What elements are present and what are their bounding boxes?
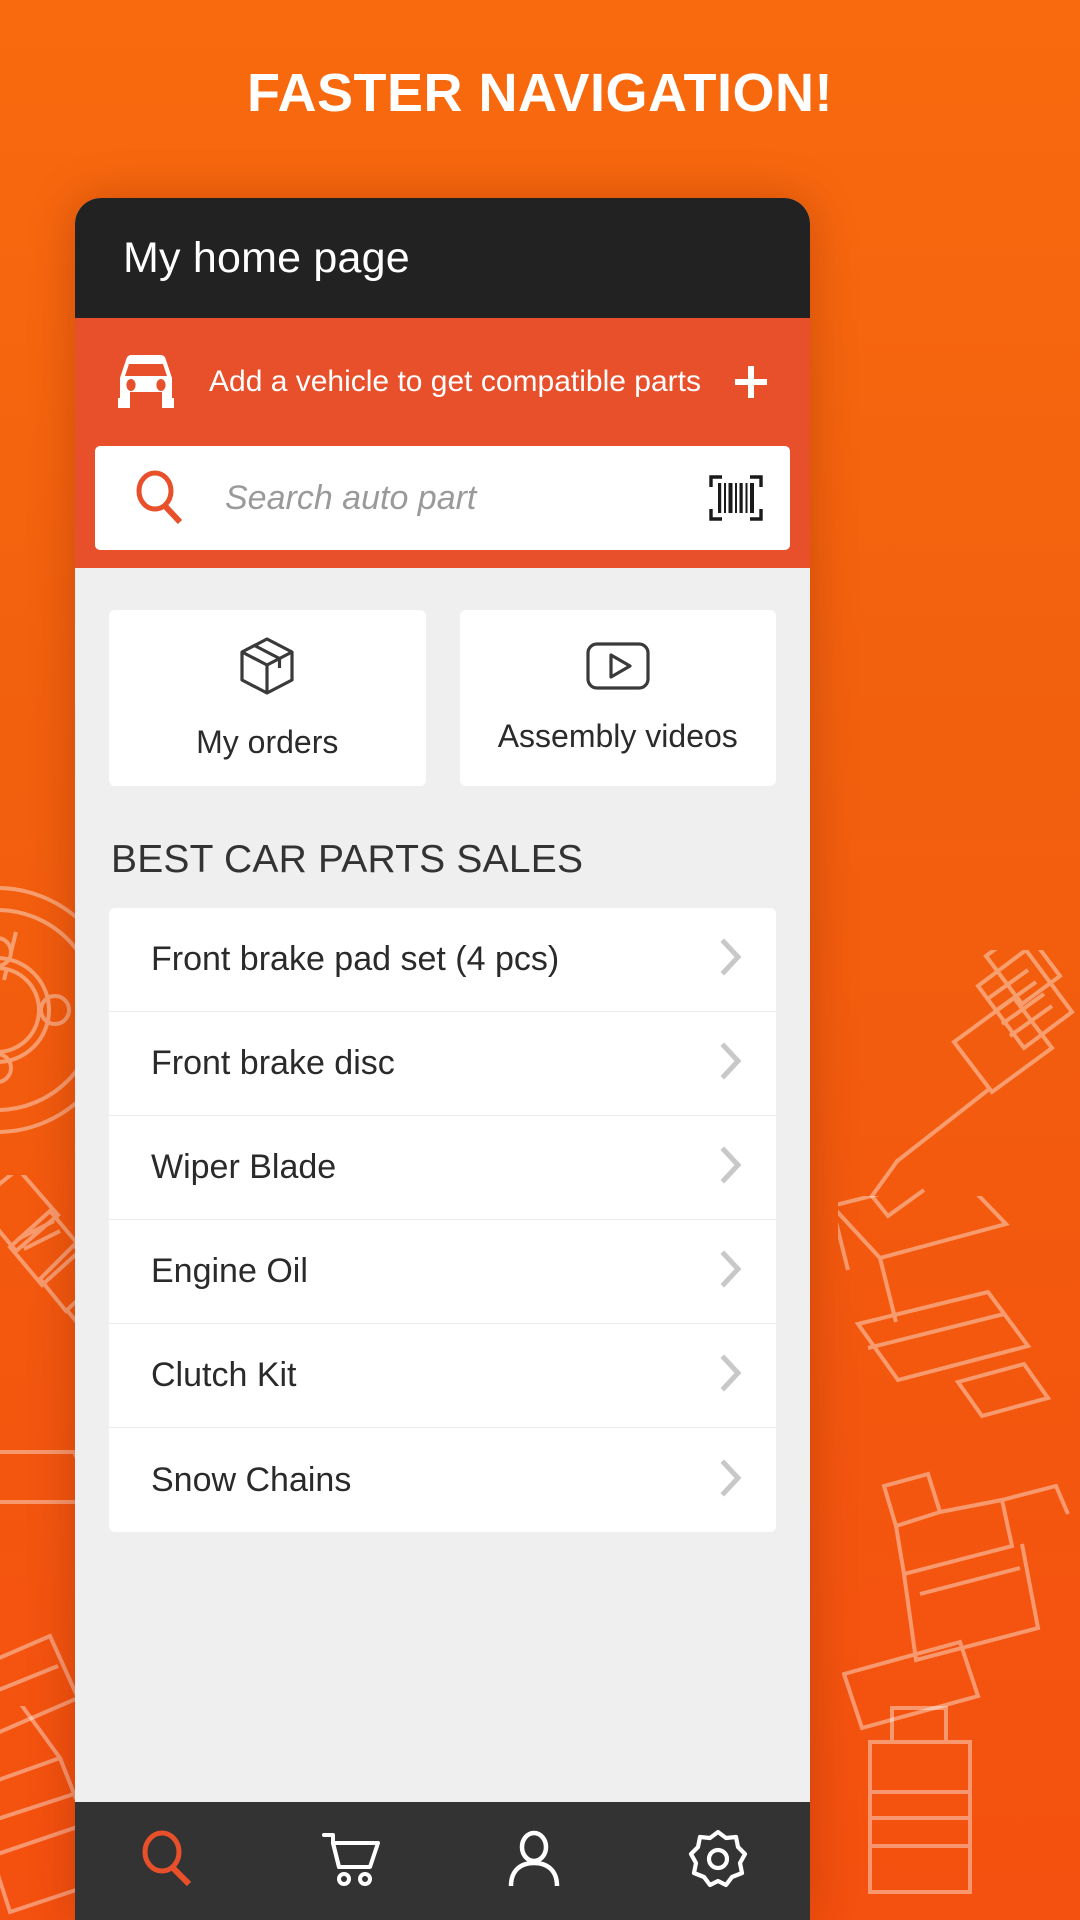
add-vehicle-bar[interactable]: Add a vehicle to get compatible parts xyxy=(75,318,810,446)
chevron-right-icon xyxy=(720,1042,742,1085)
filter-deco-icon xyxy=(830,1702,1050,1920)
search-zone: Add a vehicle to get compatible parts xyxy=(75,318,810,568)
chevron-right-icon xyxy=(720,938,742,981)
promo-screenshot: FASTER NAVIGATION! My home page Add a ve… xyxy=(0,0,1080,1920)
nav-search[interactable] xyxy=(75,1802,259,1920)
list-item[interactable]: Front brake pad set (4 pcs) xyxy=(109,908,776,1012)
gear-icon xyxy=(688,1829,748,1894)
screwdriver-deco-icon xyxy=(828,950,1080,1240)
tile-label: Assembly videos xyxy=(497,718,738,754)
search-bar[interactable] xyxy=(95,446,790,550)
chevron-right-icon xyxy=(720,1250,742,1293)
list-item[interactable]: Front brake disc xyxy=(109,1012,776,1116)
phone-frame: My home page Add a vehicle to get compat… xyxy=(75,198,810,1920)
list-item[interactable]: Snow Chains xyxy=(109,1428,776,1532)
search-input[interactable] xyxy=(225,478,704,518)
bottom-navigation xyxy=(75,1802,810,1920)
add-vehicle-button[interactable] xyxy=(720,351,782,413)
list-item-label: Front brake pad set (4 pcs) xyxy=(151,940,560,978)
main-content: My orders Assembly videos BEST CAR PARTS… xyxy=(75,568,810,1920)
chevron-right-icon xyxy=(720,1458,742,1502)
oil-can-deco-icon xyxy=(842,1434,1080,1734)
list-item-label: Front brake disc xyxy=(151,1044,395,1082)
add-vehicle-label: Add a vehicle to get compatible parts xyxy=(209,365,701,398)
tile-label: My orders xyxy=(196,724,339,760)
nav-cart[interactable] xyxy=(259,1802,443,1920)
parts-list: Front brake pad set (4 pcs) Front brake … xyxy=(109,908,776,1532)
list-item[interactable]: Engine Oil xyxy=(109,1220,776,1324)
chevron-right-icon xyxy=(720,1146,742,1189)
list-item[interactable]: Clutch Kit xyxy=(109,1324,776,1428)
nav-settings[interactable] xyxy=(626,1802,810,1920)
car-icon xyxy=(107,354,185,410)
page-title: My home page xyxy=(123,233,410,282)
search-icon xyxy=(136,1828,198,1895)
cart-icon xyxy=(320,1831,382,1892)
tile-my-orders[interactable]: My orders xyxy=(109,610,426,786)
promo-headline: FASTER NAVIGATION! xyxy=(247,63,833,123)
tile-assembly-videos[interactable]: Assembly videos xyxy=(459,610,776,786)
video-play-icon xyxy=(585,641,651,696)
section-title: BEST CAR PARTS SALES xyxy=(111,838,584,881)
quick-tiles: My orders Assembly videos xyxy=(75,568,810,786)
barcode-icon[interactable] xyxy=(704,474,768,522)
list-item-label: Engine Oil xyxy=(151,1252,308,1290)
nav-account[interactable] xyxy=(443,1802,627,1920)
list-item-label: Wiper Blade xyxy=(151,1148,337,1186)
search-icon xyxy=(95,469,225,527)
list-item[interactable]: Wiper Blade xyxy=(109,1116,776,1220)
list-item-label: Clutch Kit xyxy=(151,1356,297,1394)
chevron-right-icon xyxy=(720,1354,742,1397)
package-icon xyxy=(236,635,298,702)
app-bar: My home page xyxy=(75,198,810,318)
person-icon xyxy=(506,1830,562,1893)
list-item-label: Snow Chains xyxy=(151,1460,352,1499)
wiper-blade-deco-icon xyxy=(838,1196,1080,1466)
